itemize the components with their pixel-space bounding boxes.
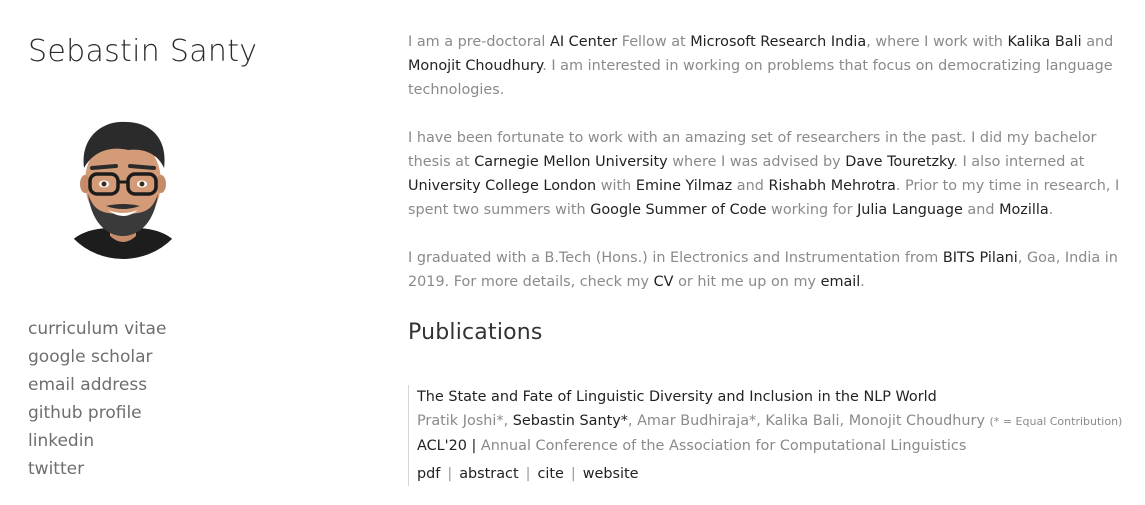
mozilla-link[interactable]: Mozilla <box>999 202 1049 218</box>
bits-pilani-link[interactable]: BITS Pilani <box>943 250 1018 266</box>
pdf-link[interactable]: pdf <box>417 466 440 482</box>
profile-name: Sebastin Santy <box>28 34 258 69</box>
publication-entry: The State and Fate of Linguistic Diversi… <box>408 385 1139 486</box>
cmu-link[interactable]: Carnegie Mellon University <box>474 154 667 170</box>
cv-inline-link[interactable]: CV <box>654 274 674 290</box>
email-link[interactable]: email address <box>28 372 166 400</box>
bio-text: working for <box>766 202 858 218</box>
monojit-choudhury-link[interactable]: Monojit Choudhury <box>408 58 542 74</box>
github-link[interactable]: github profile <box>28 400 166 428</box>
profile-links: curriculum vitae google scholar email ad… <box>28 316 166 484</box>
email-inline-link[interactable]: email <box>821 274 861 290</box>
venue-long: Annual Conference of the Association for… <box>476 438 967 454</box>
equal-contribution-note: (* = Equal Contribution) <box>989 415 1123 428</box>
author-self: Sebastin Santy* <box>512 413 628 429</box>
rishabh-mehrotra-link[interactable]: Rishabh Mehrotra <box>768 178 895 194</box>
bio-section: I am a pre-doctoral AI Center Fellow at … <box>408 30 1130 318</box>
kalika-bali-link[interactable]: Kalika Bali <box>1007 34 1081 50</box>
bio-text: where I was advised by <box>667 154 846 170</box>
bio-text: I graduated with a B.Tech (Hons.) in Ele… <box>408 250 943 266</box>
bio-text: I am a pre-doctoral <box>408 34 551 50</box>
gsoc-link[interactable]: Google Summer of Code <box>590 202 766 218</box>
dave-touretzky-link[interactable]: Dave Touretzky <box>845 154 953 170</box>
bio-text: . I also interned at <box>953 154 1085 170</box>
julia-language-link[interactable]: Julia Language <box>857 202 963 218</box>
venue-short: ACL'20 | <box>417 438 477 454</box>
bio-text: and <box>962 202 1000 218</box>
msr-india-link[interactable]: Microsoft Research India <box>690 34 866 50</box>
link-separator: | <box>570 466 576 482</box>
ucl-link[interactable]: University College London <box>408 178 596 194</box>
bio-paragraph-1: I am a pre-doctoral AI Center Fellow at … <box>408 30 1130 102</box>
bio-text: or hit me up on my <box>673 274 821 290</box>
bio-text: . <box>860 274 865 290</box>
cite-link[interactable]: cite <box>537 466 563 482</box>
website-link[interactable]: website <box>583 466 639 482</box>
bio-text: . <box>1048 202 1054 218</box>
emine-yilmaz-link[interactable]: Emine Yilmaz <box>636 178 732 194</box>
ai-center-link[interactable]: AI Center <box>550 34 617 50</box>
abstract-link[interactable]: abstract <box>459 466 518 482</box>
bio-text: Fellow at <box>617 34 691 50</box>
publication-links: pdf | abstract | cite | website <box>417 462 1139 486</box>
avatar <box>62 121 184 259</box>
link-separator: | <box>447 466 453 482</box>
twitter-link[interactable]: twitter <box>28 456 166 484</box>
author-list: Pratik Joshi*, <box>417 413 513 429</box>
publications-heading: Publications <box>408 320 543 345</box>
publication-venue: ACL'20 | Annual Conference of the Associ… <box>417 434 1139 458</box>
bio-text: with <box>596 178 636 194</box>
linkedin-link[interactable]: linkedin <box>28 428 166 456</box>
google-scholar-link[interactable]: google scholar <box>28 344 166 372</box>
publication-title: The State and Fate of Linguistic Diversi… <box>417 389 937 405</box>
bio-text: and <box>732 178 769 194</box>
bio-text: and <box>1081 34 1114 50</box>
author-list: , Amar Budhiraja*, Kalika Bali, Monojit … <box>627 413 985 429</box>
bio-text: , where I work with <box>866 34 1008 50</box>
bio-paragraph-3: I graduated with a B.Tech (Hons.) in Ele… <box>408 246 1130 294</box>
cv-link[interactable]: curriculum vitae <box>28 316 166 344</box>
bio-paragraph-2: I have been fortunate to work with an am… <box>408 126 1130 222</box>
publication-authors: Pratik Joshi*, Sebastin Santy*, Amar Bud… <box>417 409 1139 434</box>
link-separator: | <box>525 466 531 482</box>
